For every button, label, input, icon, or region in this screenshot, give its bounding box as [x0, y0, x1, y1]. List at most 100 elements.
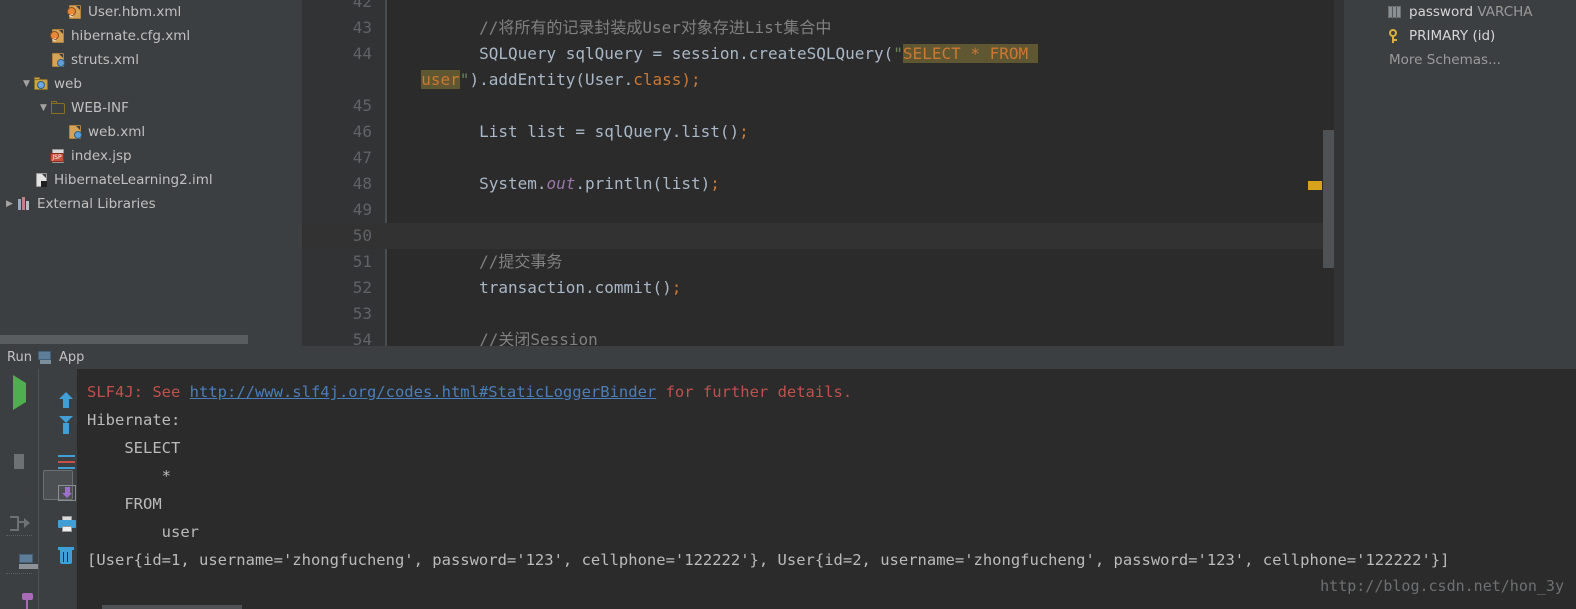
code-line[interactable]: 46 List list = sqlQuery.list();: [302, 119, 1344, 145]
code-line[interactable]: 52 transaction.commit();: [302, 275, 1344, 301]
code-line[interactable]: 43 //将所有的记录封装成User对象存进List集合中: [302, 15, 1344, 41]
tree-item-struts-xml[interactable]: ▶ struts.xml: [0, 48, 302, 72]
soft-wrap-button[interactable]: [43, 439, 75, 469]
console-view-button[interactable]: [4, 539, 38, 569]
code-line[interactable]: 44 SQLQuery sqlQuery = session.createSQL…: [302, 41, 1344, 67]
tree-spacer: ▶: [20, 168, 33, 192]
code-editor[interactable]: 42 43 //将所有的记录封装成User对象存进List集合中 44 SQLQue…: [302, 0, 1344, 346]
tree-item-label: User.hbm.xml: [88, 4, 182, 20]
line-number: 44: [352, 44, 372, 63]
play-icon: [12, 374, 26, 410]
database-schema-panel[interactable]: password VARCHA PRIMARY (id) More Schemas.…: [1344, 0, 1576, 346]
pause-button[interactable]: [4, 439, 34, 469]
chevron-right-icon[interactable]: ▶: [3, 192, 16, 216]
run-configuration-icon: [37, 350, 54, 365]
code-line[interactable]: 50: [302, 223, 1344, 249]
run-tool-window[interactable]: Run App SLF4J: See http://www.slf4j.org/…: [0, 346, 1576, 609]
clear-all-button[interactable]: [43, 532, 74, 564]
line-number: 48: [352, 174, 372, 193]
code-line[interactable]: 54 //关闭Session: [302, 327, 1344, 346]
editor-marker-strip[interactable]: [1334, 0, 1344, 346]
stop-button[interactable]: [4, 408, 34, 438]
code-line[interactable]: 53: [302, 301, 1344, 327]
code-line[interactable]: 48 System.out.println(list);: [302, 171, 1344, 197]
code-line[interactable]: 49: [302, 197, 1344, 223]
scroll-to-end-button[interactable]: [42, 470, 76, 501]
next-occurrence-button[interactable]: [43, 408, 73, 438]
code-line[interactable]: 45: [302, 93, 1344, 119]
watermark-text: http://blog.csdn.net/hon_3y: [1320, 577, 1564, 595]
scrollbar-thumb[interactable]: [102, 605, 242, 609]
run-tab-prefix-label: Run: [7, 350, 32, 365]
xml-file-icon: [67, 124, 84, 140]
module-file-icon: [33, 172, 50, 188]
line-number: 46: [352, 122, 372, 141]
console-output[interactable]: SLF4J: See http://www.slf4j.org/codes.ht…: [77, 369, 1576, 609]
db-column-type: VARCHA: [1477, 4, 1533, 20]
line-text: //将所有的记录封装成User对象存进List集合中: [402, 18, 832, 37]
line-text: user").addEntity(User.class);: [421, 70, 701, 89]
line-number: 50: [352, 226, 372, 245]
run-toolbar-right-column[interactable]: [38, 369, 76, 609]
console-line: [User{id=1, username='zhongfucheng', pas…: [87, 546, 1449, 574]
tree-item-index-jsp[interactable]: ▶JSPindex.jsp: [0, 144, 302, 168]
code-line[interactable]: user").addEntity(User.class);: [302, 67, 1344, 93]
run-toolbar[interactable]: [0, 369, 77, 609]
run-tab-bar[interactable]: Run App: [0, 346, 1576, 369]
console-horizontal-scrollbar[interactable]: [77, 604, 1576, 609]
primary-key-icon: [1386, 28, 1404, 44]
line-number: 42: [352, 0, 372, 11]
line-number: 49: [352, 200, 372, 219]
code-line[interactable]: 42: [302, 0, 1344, 15]
run-tab-app[interactable]: Run App: [0, 346, 91, 369]
console-link[interactable]: http://www.slf4j.org/codes.html#StaticLo…: [190, 383, 657, 401]
tree-item-hibernate-cfg-xml[interactable]: ▶ hibernate.cfg.xml: [0, 24, 302, 52]
tree-item-web[interactable]: ▼ web: [0, 72, 302, 96]
line-text: SQLQuery sqlQuery = session.createSQLQue…: [479, 44, 1038, 63]
console-text: SELECT: [87, 439, 181, 457]
line-number: 51: [352, 252, 372, 271]
console-text: *: [87, 467, 171, 485]
console-line: *: [87, 462, 171, 490]
code-line[interactable]: 51 //提交事务: [302, 249, 1344, 275]
project-tree-horizontal-scrollbar[interactable]: [0, 333, 302, 345]
tree-item-label: web.xml: [88, 124, 146, 140]
code-line[interactable]: 47: [302, 145, 1344, 171]
tree-item-label: web: [54, 76, 82, 92]
console-line: FROM: [87, 490, 161, 518]
tree-item-label: index.jsp: [71, 148, 132, 164]
editor-vertical-scrollbar[interactable]: [1323, 0, 1334, 346]
db-row[interactable]: PRIMARY (id): [1344, 24, 1576, 48]
console-line: Hibernate:: [87, 406, 190, 434]
console-text: SLF4J: See: [87, 383, 190, 401]
run-toolbar-left-column[interactable]: [0, 369, 38, 609]
line-number: 43: [352, 18, 372, 37]
tree-item-web-xml[interactable]: ▶ web.xml: [0, 120, 302, 144]
tree-item-web-inf[interactable]: ▼ WEB-INF: [0, 96, 302, 120]
line-text: transaction.commit();: [402, 278, 682, 297]
chevron-down-icon[interactable]: ▼: [37, 96, 50, 120]
line-text: //提交事务: [402, 252, 563, 271]
scrollbar-thumb[interactable]: [1323, 130, 1334, 268]
scrollbar-thumb[interactable]: [0, 335, 248, 344]
tree-item-label: struts.xml: [71, 52, 139, 68]
line-number: 53: [352, 304, 372, 323]
toolbar-separator: [6, 573, 32, 574]
project-tree-panel[interactable]: ▶User.hbm.xml▶hibernate.cfg.xml▶struts.x…: [0, 0, 302, 333]
db-row[interactable]: password VARCHA: [1344, 0, 1576, 24]
tree-item-external-libraries[interactable]: ▶ External Libraries: [0, 192, 302, 216]
print-button[interactable]: [43, 501, 76, 532]
prev-occurrence-button[interactable]: [43, 377, 73, 408]
more-schemas-link[interactable]: More Schemas...: [1344, 48, 1576, 72]
chevron-down-icon[interactable]: ▼: [20, 72, 33, 96]
pin-tab-button[interactable]: [4, 577, 34, 609]
editor-occurrence-marker[interactable]: [1308, 181, 1322, 190]
tree-item-hibernatelearning2-iml[interactable]: ▶ HibernateLearning2.iml: [0, 168, 302, 192]
column-icon: [1386, 4, 1404, 20]
exit-button[interactable]: [4, 501, 34, 531]
line-number: 47: [352, 148, 372, 167]
rerun-button[interactable]: [4, 374, 34, 410]
line-text: List list = sqlQuery.list();: [402, 122, 749, 141]
tree-item-user-hbm-xml[interactable]: ▶ User.hbm.xml: [0, 0, 302, 28]
dump-threads-button[interactable]: [4, 470, 34, 500]
